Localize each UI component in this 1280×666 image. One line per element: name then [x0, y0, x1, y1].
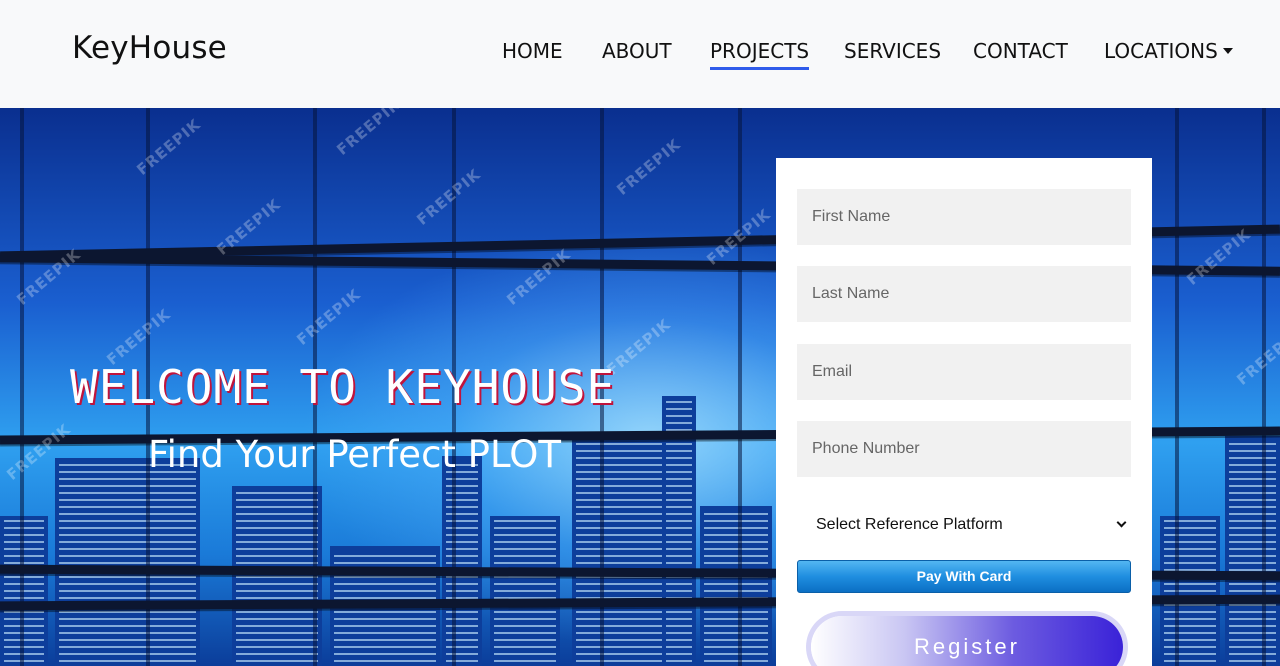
window-frame — [1262, 108, 1266, 666]
watermark-text: FREEPIK — [133, 115, 205, 179]
window-frame — [1175, 108, 1179, 666]
skyline-building — [490, 516, 560, 666]
nav-home[interactable]: HOME — [502, 38, 563, 64]
watermark-text: FREEPIK — [413, 165, 485, 229]
skyline-building — [0, 516, 48, 666]
skyline-building — [55, 458, 200, 666]
reference-platform-select[interactable]: Select Reference Platform — [797, 510, 1131, 540]
caret-down-icon — [1222, 48, 1233, 54]
nav-services[interactable]: SERVICES — [844, 38, 941, 64]
email-input[interactable] — [797, 344, 1131, 400]
chevron-down-icon — [1116, 517, 1127, 528]
register-button[interactable]: Register — [811, 616, 1123, 666]
watermark-text: FREEPIK — [333, 108, 405, 159]
window-frame — [738, 108, 742, 666]
watermark-text: FREEPIK — [1233, 325, 1280, 389]
nav-about[interactable]: ABOUT — [602, 38, 672, 64]
skyline-building — [1160, 516, 1220, 666]
nav-locations-dropdown[interactable]: LOCATIONS — [1104, 38, 1233, 64]
watermark-text: FREEPIK — [613, 135, 685, 199]
skyline-building — [232, 486, 322, 666]
navbar: KeyHouse HOME ABOUT PROJECTS SERVICES CO… — [0, 0, 1280, 108]
skyline-building — [442, 456, 482, 666]
pay-with-card-button[interactable]: Pay With Card — [797, 560, 1131, 593]
window-frame — [20, 108, 24, 666]
registration-form: Select Reference Platform Pay With Card … — [776, 158, 1152, 666]
skyline-building — [700, 506, 772, 666]
nav-projects[interactable]: PROJECTS — [710, 38, 810, 70]
hero-title: WELCOME TO KEYHOUSE — [70, 360, 616, 414]
first-name-input[interactable] — [797, 189, 1131, 245]
last-name-input[interactable] — [797, 266, 1131, 322]
nav-contact[interactable]: CONTACT — [973, 38, 1068, 64]
reference-platform-label: Select Reference Platform — [816, 516, 1003, 533]
nav-locations-label: LOCATIONS — [1104, 39, 1218, 63]
hero-subtitle: Find Your Perfect PLOT — [148, 433, 562, 476]
nav-links: HOME ABOUT PROJECTS SERVICES CONTACT LOC… — [0, 38, 1280, 72]
skyline-building — [1225, 436, 1280, 666]
phone-number-input[interactable] — [797, 421, 1131, 477]
